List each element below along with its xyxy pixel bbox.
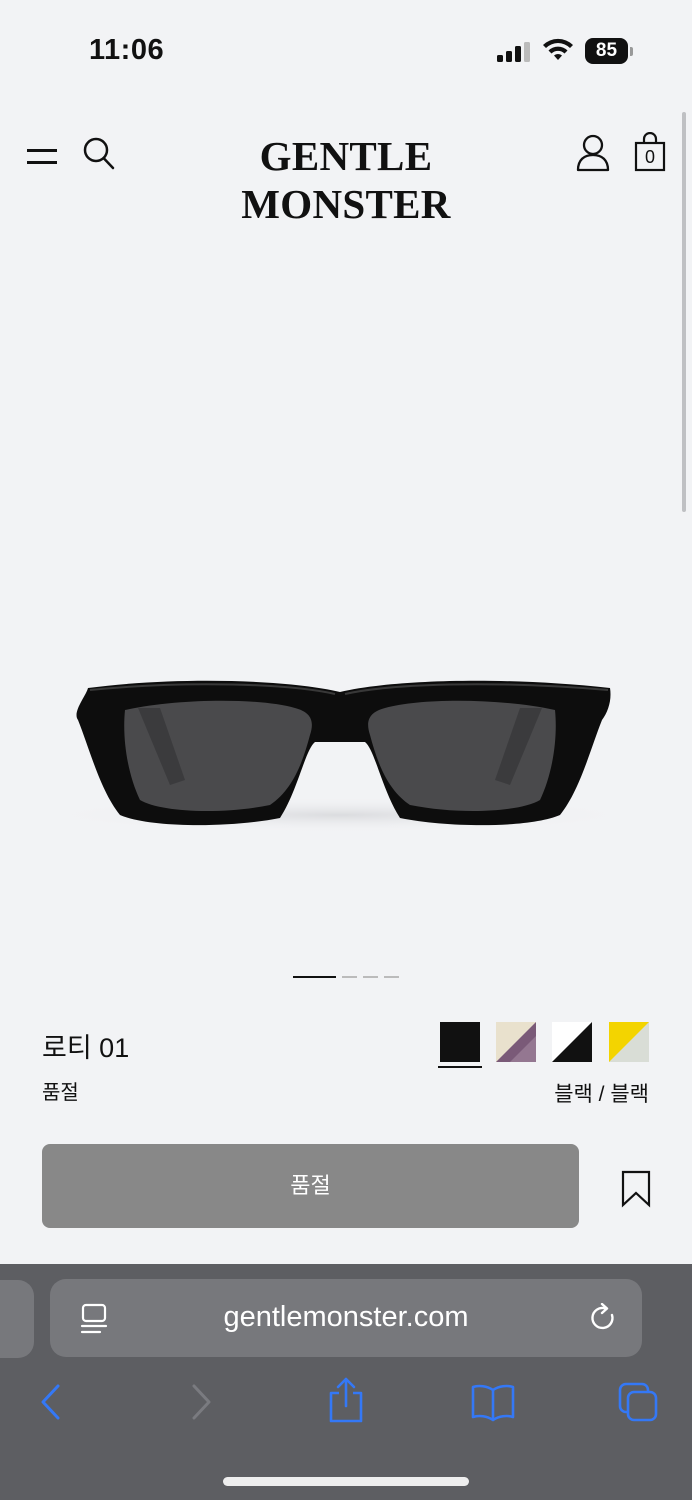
browser-bottom-bar: gentlemonster.com	[0, 1264, 692, 1500]
search-icon[interactable]	[82, 136, 116, 172]
carousel-dot-1[interactable]	[293, 976, 336, 978]
swatch-white-black[interactable]	[552, 1022, 592, 1062]
status-time: 11:06	[89, 34, 165, 66]
swatch-black[interactable]	[440, 1022, 480, 1062]
cart-count: 0	[644, 147, 655, 167]
page-scrollbar[interactable]	[682, 112, 686, 512]
bookmark-icon[interactable]	[620, 1170, 652, 1208]
swatch-yellow-clear[interactable]	[609, 1022, 649, 1062]
sold-out-button[interactable]: 품절	[42, 1144, 579, 1228]
carousel-dot-4[interactable]	[384, 976, 399, 978]
carousel-dot-3[interactable]	[363, 976, 378, 978]
user-icon[interactable]	[576, 134, 610, 172]
wifi-icon	[543, 38, 573, 60]
battery-icon: 85	[585, 38, 633, 64]
battery-level: 85	[585, 38, 628, 64]
share-icon[interactable]	[326, 1376, 366, 1424]
tabs-icon[interactable]	[618, 1382, 658, 1422]
site-header: GENTLE MONSTER 0	[0, 120, 692, 227]
previous-tab-preview[interactable]	[0, 1280, 34, 1358]
product-stock-status: 품절	[42, 1082, 79, 1104]
brand-logo[interactable]: GENTLE MONSTER	[150, 132, 542, 228]
cellular-signal-icon	[497, 42, 530, 62]
carousel-dot-2[interactable]	[342, 976, 357, 978]
selected-color-name: 블랙 / 블랙	[554, 1083, 649, 1106]
product-image[interactable]	[30, 640, 650, 860]
home-indicator[interactable]	[223, 1477, 469, 1486]
product-name: 로티 01	[42, 1033, 130, 1063]
shopping-bag-icon[interactable]: 0	[634, 132, 666, 172]
menu-icon[interactable]	[27, 144, 57, 164]
color-swatches	[440, 1022, 650, 1072]
swatch-cream-purple[interactable]	[496, 1022, 536, 1062]
address-bar[interactable]: gentlemonster.com	[50, 1279, 642, 1357]
address-url: gentlemonster.com	[223, 1301, 469, 1333]
back-icon[interactable]	[32, 1382, 72, 1422]
forward-icon[interactable]	[180, 1382, 220, 1422]
bookmarks-icon[interactable]	[470, 1382, 516, 1422]
status-bar: 11:06 85	[0, 0, 692, 100]
reload-icon[interactable]	[588, 1303, 618, 1333]
selected-swatch-indicator	[438, 1066, 482, 1068]
